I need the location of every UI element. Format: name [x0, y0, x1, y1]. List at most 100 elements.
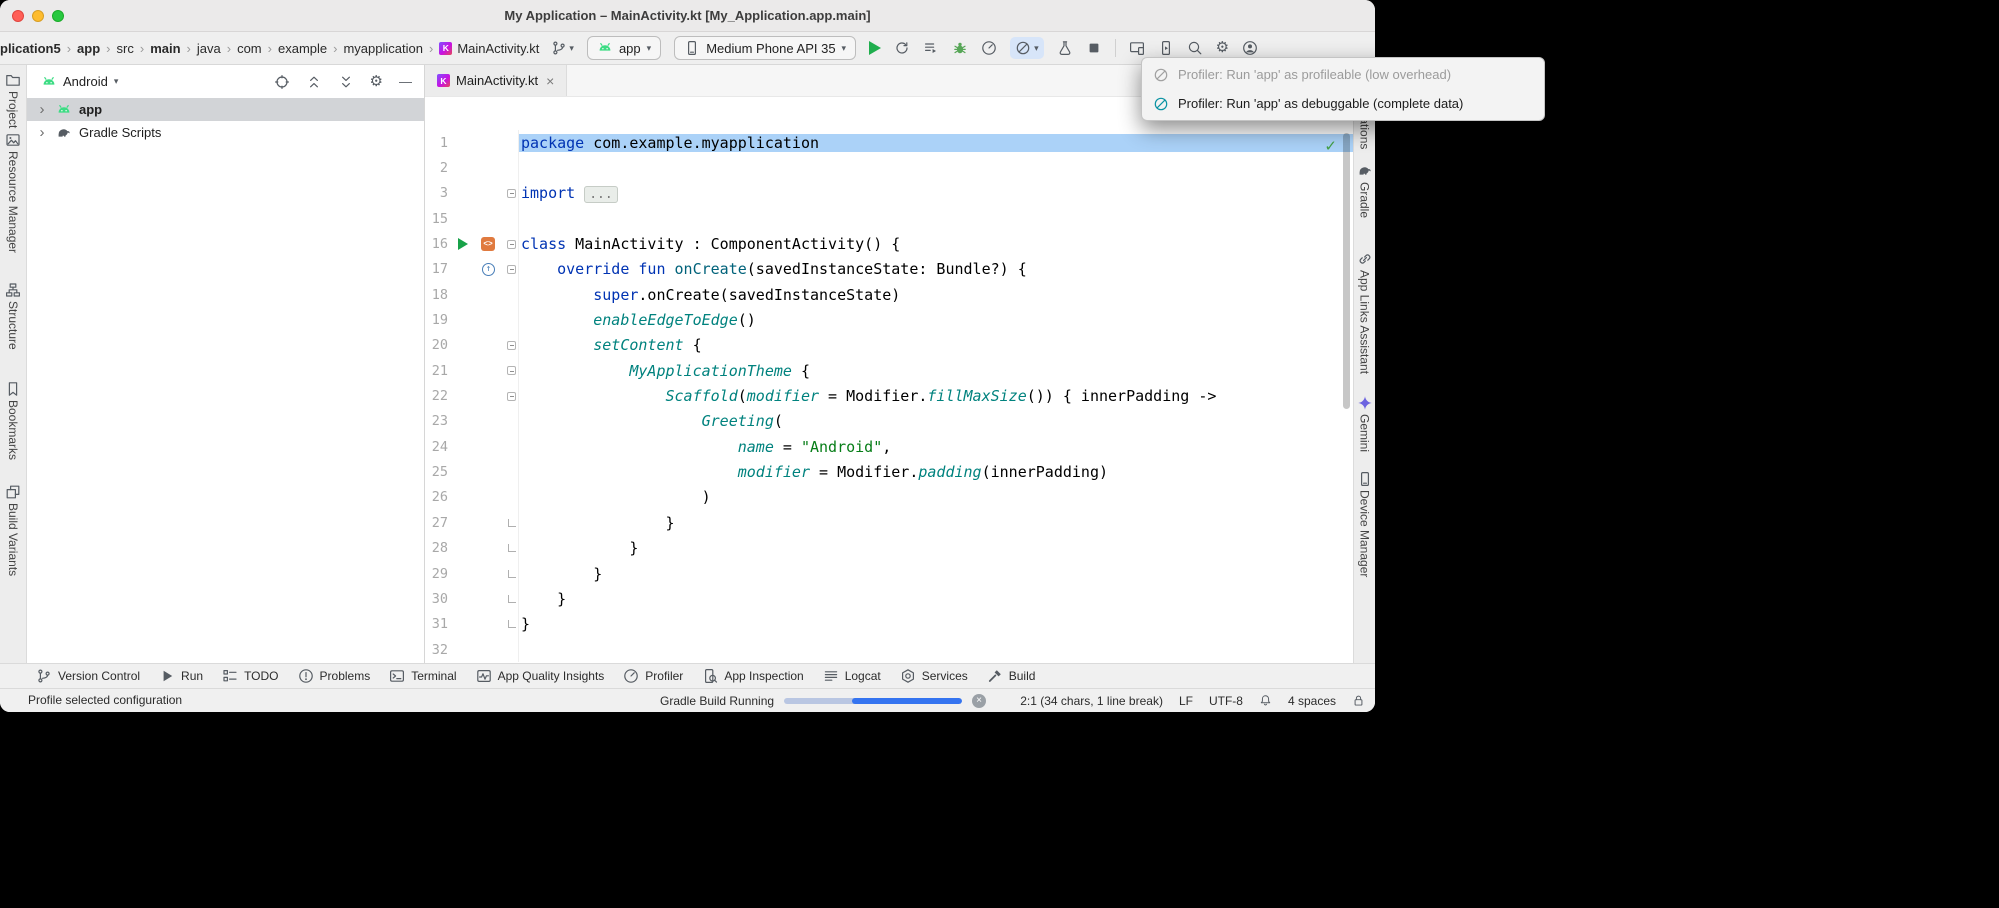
notification-bell-icon[interactable] — [1259, 694, 1272, 707]
breadcrumb-item-mainactivity-kt[interactable]: MainActivity.kt — [457, 41, 539, 56]
close-window-button[interactable] — [12, 10, 24, 22]
code-line[interactable]: 2 — [425, 155, 1353, 180]
tool-window-button-project[interactable]: Project — [5, 72, 21, 128]
close-tab-icon[interactable]: × — [546, 73, 554, 89]
tool-window-button-gemini[interactable]: Gemini — [1357, 395, 1373, 452]
code-line[interactable]: 19 enableEdgeToEdge() — [425, 307, 1353, 332]
folded-imports-badge[interactable]: ... — [584, 186, 617, 203]
line-ending-selector[interactable]: LF — [1179, 694, 1193, 708]
code-line[interactable]: 3import ... — [425, 181, 1353, 206]
breadcrumb-item-example[interactable]: example — [278, 41, 327, 56]
code-line[interactable]: 28 } — [425, 536, 1353, 561]
chevron-right-icon[interactable]: › — [35, 124, 49, 141]
tool-window-button-profiler[interactable]: Profiler — [623, 668, 683, 684]
rerun-button[interactable] — [894, 40, 910, 56]
titlebar[interactable]: My Application – MainActivity.kt [My_App… — [0, 0, 1375, 32]
chevron-right-icon[interactable]: › — [35, 101, 49, 118]
lock-icon[interactable] — [1352, 694, 1365, 707]
code-line[interactable]: 30 } — [425, 586, 1353, 611]
compose-marker-icon[interactable]: <> — [481, 237, 495, 251]
breadcrumb-item-main[interactable]: main — [150, 41, 180, 56]
editor-tab-mainactivity[interactable]: K MainActivity.kt × — [425, 65, 567, 96]
search-everywhere-button[interactable] — [1187, 40, 1203, 56]
panel-options-button[interactable]: ⚙ — [370, 74, 383, 90]
tool-window-button-app-quality-insights[interactable]: App Quality Insights — [476, 668, 605, 684]
tool-window-button-version-control[interactable]: Version Control — [36, 668, 140, 684]
user-profile-button[interactable] — [1242, 40, 1258, 56]
caret-position[interactable]: 2:1 (34 chars, 1 line break) — [1020, 694, 1163, 708]
tool-window-button-device-manager[interactable]: Device Manager — [1357, 471, 1373, 577]
breadcrumb-item-java[interactable]: java — [197, 41, 221, 56]
breadcrumb-item-myapplication[interactable]: myapplication — [343, 41, 423, 56]
fold-open-icon[interactable] — [507, 265, 516, 274]
fold-open-icon[interactable] — [507, 240, 516, 249]
vcs-widget-button[interactable]: ▾ — [551, 40, 574, 56]
code-line[interactable]: 17↑ override fun onCreate(savedInstanceS… — [425, 257, 1353, 282]
breadcrumb-item-app[interactable]: app — [77, 41, 100, 56]
zoom-window-button[interactable] — [52, 10, 64, 22]
fold-open-icon[interactable] — [507, 189, 516, 198]
debug-button[interactable] — [952, 40, 968, 56]
profiler-button[interactable] — [981, 40, 997, 56]
settings-button[interactable]: ⚙ — [1216, 40, 1229, 56]
code-line[interactable]: 18 super.onCreate(savedInstanceState) — [425, 282, 1353, 307]
device-selector[interactable]: Medium Phone API 35▾ — [674, 36, 856, 60]
run-button[interactable] — [869, 41, 881, 55]
file-encoding-selector[interactable]: UTF-8 — [1209, 694, 1243, 708]
code-line[interactable]: 24 name = "Android", — [425, 434, 1353, 459]
tool-window-button-build-variants[interactable]: Build Variants — [5, 484, 21, 576]
profiler-low-overhead-button[interactable]: ▾ — [1010, 37, 1044, 59]
run-configuration-selector[interactable]: app▾ — [587, 36, 661, 60]
code-line[interactable]: 23 Greeting( — [425, 409, 1353, 434]
fold-open-icon[interactable] — [507, 392, 516, 401]
project-view-selector[interactable]: Android — [63, 74, 108, 89]
tool-window-button-run[interactable]: Run — [159, 668, 203, 684]
code-line[interactable]: 29 } — [425, 561, 1353, 586]
code-line[interactable]: 21 MyApplicationTheme { — [425, 358, 1353, 383]
tool-window-button-bookmarks[interactable]: Bookmarks — [5, 381, 21, 460]
locate-file-button[interactable] — [274, 74, 290, 90]
project-tree-item-gradle-scripts[interactable]: ›Gradle Scripts — [27, 121, 424, 144]
code-line[interactable]: 27 } — [425, 510, 1353, 535]
profiler-menu-item[interactable]: Profiler: Run 'app' as debuggable (compl… — [1142, 89, 1544, 118]
run-line-icon[interactable] — [458, 238, 468, 250]
tool-window-button-build[interactable]: Build — [987, 668, 1036, 684]
stop-button[interactable] — [1086, 40, 1102, 56]
fold-close-icon[interactable] — [508, 544, 516, 552]
code-line[interactable]: 1package com.example.myapplication — [425, 130, 1353, 155]
indent-setting[interactable]: 4 spaces — [1288, 694, 1336, 708]
code-line[interactable]: 31} — [425, 612, 1353, 637]
project-tree-item-app[interactable]: ›app — [27, 98, 424, 121]
profiler-menu-item[interactable]: Profiler: Run 'app' as profileable (low … — [1142, 60, 1544, 89]
breadcrumb-item-src[interactable]: src — [117, 41, 134, 56]
tool-window-button-app-inspection[interactable]: App Inspection — [702, 668, 803, 684]
collapse-all-button[interactable] — [338, 74, 354, 90]
override-marker-icon[interactable]: ↑ — [482, 263, 495, 276]
tool-window-button-resource-manager[interactable]: Resource Manager — [5, 132, 21, 253]
fold-close-icon[interactable] — [508, 570, 516, 578]
running-devices-button[interactable] — [1158, 40, 1174, 56]
code-line[interactable]: 26 ) — [425, 485, 1353, 510]
tool-window-button-problems[interactable]: Problems — [298, 668, 371, 684]
minimize-window-button[interactable] — [32, 10, 44, 22]
code-line[interactable]: 22 Scaffold(modifier = Modifier.fillMaxS… — [425, 383, 1353, 408]
fold-open-icon[interactable] — [507, 341, 516, 350]
code-line[interactable]: 20 setContent { — [425, 333, 1353, 358]
breadcrumb-item-plication5[interactable]: plication5 — [0, 41, 61, 56]
run-list-button[interactable] — [923, 40, 939, 56]
fold-close-icon[interactable] — [508, 620, 516, 628]
tool-window-button-terminal[interactable]: Terminal — [389, 668, 456, 684]
device-mirroring-button[interactable] — [1129, 40, 1145, 56]
cancel-build-button[interactable]: × — [972, 694, 986, 708]
code-line[interactable]: 15 — [425, 206, 1353, 231]
tool-window-button-structure[interactable]: Structure — [5, 282, 21, 350]
tool-window-button-app-links-assistant[interactable]: App Links Assistant — [1357, 251, 1373, 374]
breadcrumb-item-com[interactable]: com — [237, 41, 262, 56]
tool-window-button-services[interactable]: Services — [900, 668, 968, 684]
tool-window-button-gradle[interactable]: Gradle — [1357, 163, 1373, 218]
hide-panel-button[interactable]: — — [399, 74, 412, 89]
expand-all-button[interactable] — [306, 74, 322, 90]
code-editor[interactable]: 1package com.example.myapplication23impo… — [425, 97, 1353, 662]
tool-window-button-todo[interactable]: TODO — [222, 668, 278, 684]
code-line[interactable]: 16<>class MainActivity : ComponentActivi… — [425, 231, 1353, 256]
